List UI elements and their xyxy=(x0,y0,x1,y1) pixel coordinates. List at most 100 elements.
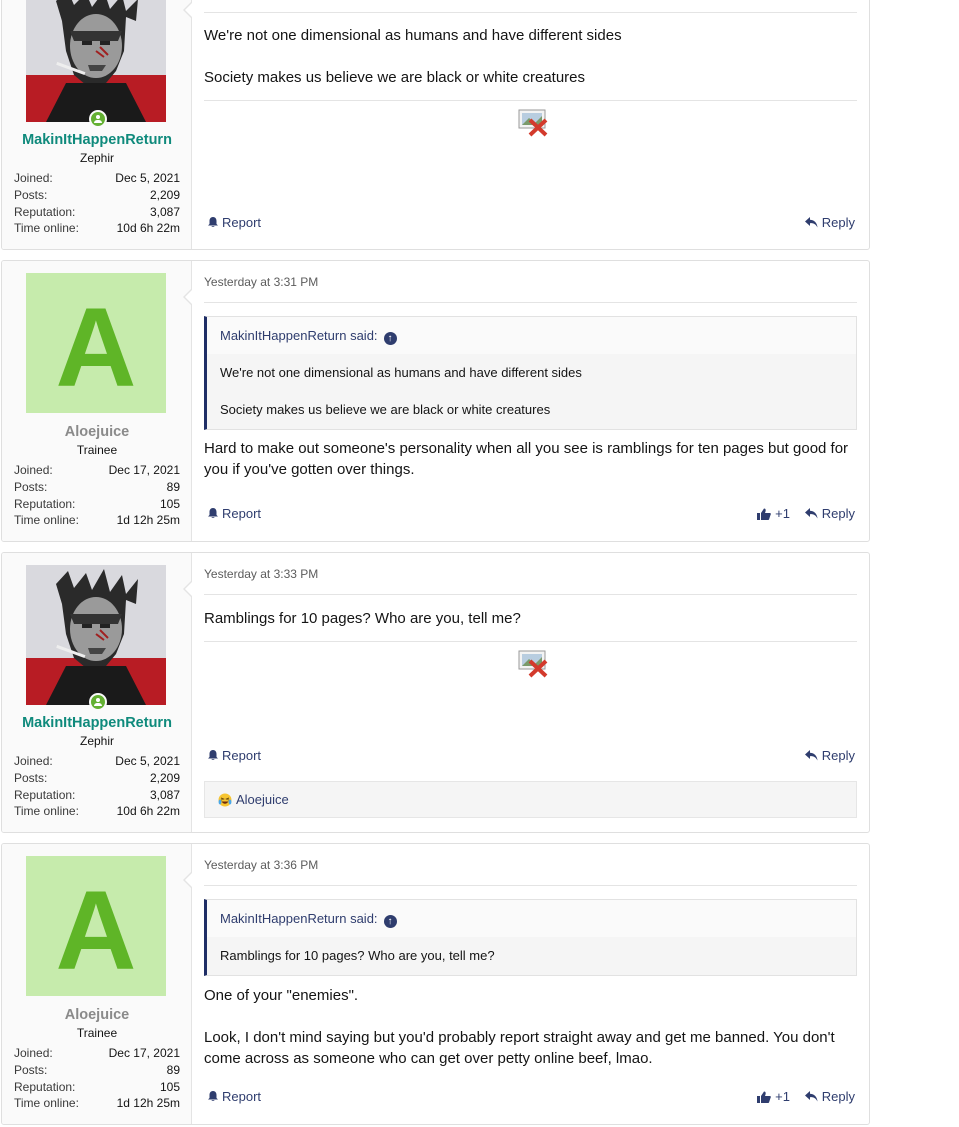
username[interactable]: Aloejuice xyxy=(2,424,192,440)
report-button[interactable]: Report xyxy=(208,215,261,230)
quote-block: MakinItHappenReturn said: ↑ We're not one… xyxy=(204,316,857,430)
avatar[interactable] xyxy=(26,0,166,122)
user-panel: A Aloejuice Trainee Joined: Dec 17, 2021 … xyxy=(2,261,192,541)
quote-header[interactable]: MakinItHappenReturn said: ↑ xyxy=(207,900,856,937)
stat-label: Reputation: xyxy=(14,204,76,219)
post-arrow xyxy=(183,871,193,889)
stat-label: Time online: xyxy=(14,804,79,819)
stat-reputation: Reputation: 3,087 xyxy=(14,787,180,804)
username[interactable]: MakinItHappenReturn xyxy=(2,132,192,148)
post-actions: Report Reply xyxy=(204,748,857,768)
post-date[interactable]: Yesterday at 3:33 PM xyxy=(204,567,318,581)
bell-icon xyxy=(208,1091,218,1102)
stat-label: Posts: xyxy=(14,770,48,785)
broken-image-icon xyxy=(518,109,548,137)
quote-body: We're not one dimensional as humans and … xyxy=(207,354,856,432)
like-button[interactable]: +1 xyxy=(757,1089,790,1104)
reply-button[interactable]: Reply xyxy=(804,506,855,521)
stat-label: Time online: xyxy=(14,1096,79,1111)
like-button[interactable]: +1 xyxy=(757,506,790,521)
stat-time-online: Time online: 1d 12h 25m xyxy=(14,512,180,529)
username[interactable]: Aloejuice xyxy=(2,1007,192,1023)
user-stats: Joined: Dec 5, 2021 Posts: 2,209 Reputatio… xyxy=(14,753,180,820)
stat-value: 89 xyxy=(166,1062,180,1077)
user-stats: Joined: Dec 17, 2021 Posts: 89 Reputation:… xyxy=(14,462,180,529)
reply-label: Reply xyxy=(821,1089,855,1104)
post-arrow xyxy=(183,1,193,19)
stat-value: 105 xyxy=(159,496,180,511)
post-date[interactable]: Yesterday at 3:31 PM xyxy=(204,275,318,289)
reply-button[interactable]: Reply xyxy=(804,1089,855,1104)
reply-arrow-icon xyxy=(804,750,818,761)
report-label: Report xyxy=(222,748,262,763)
avatar[interactable] xyxy=(26,565,166,705)
stat-reputation: Reputation: 3,087 xyxy=(14,204,180,221)
post-arrow xyxy=(183,580,193,598)
avatar-photo-image xyxy=(26,0,166,122)
post-1: MakinItHappenReturn Zephir Joined: Dec 5,… xyxy=(1,0,870,250)
report-button[interactable]: Report xyxy=(208,506,261,521)
reply-button[interactable]: Reply xyxy=(804,748,855,763)
stat-value: Dec 5, 2021 xyxy=(115,171,180,185)
username[interactable]: MakinItHappenReturn xyxy=(2,715,192,731)
stat-value: Dec 17, 2021 xyxy=(108,1046,180,1060)
report-label: Report xyxy=(222,215,262,230)
reply-label: Reply xyxy=(821,748,855,763)
bell-icon xyxy=(208,508,218,519)
arrow-up-circle-icon[interactable]: ↑ xyxy=(383,332,397,345)
user-title: Trainee xyxy=(76,443,118,457)
divider xyxy=(204,302,857,303)
stat-joined: Joined: Dec 5, 2021 xyxy=(14,170,180,187)
post-actions: Report +1 Reply xyxy=(204,506,857,526)
reaction-user-link[interactable]: Aloejuice xyxy=(236,792,289,807)
broken-image-icon xyxy=(518,650,548,678)
stat-value: 2,209 xyxy=(149,770,180,785)
online-status-icon xyxy=(89,110,107,128)
post-main: We're not one dimensional as humans and … xyxy=(204,0,857,249)
post-arrow xyxy=(183,288,193,306)
stat-label: Joined: xyxy=(14,754,53,768)
stat-posts: Posts: 89 xyxy=(14,1062,180,1079)
quote-line: Ramblings for 10 pages? Who are you, tel… xyxy=(220,948,495,963)
user-stats: Joined: Dec 17, 2021 Posts: 89 Reputation:… xyxy=(14,1045,180,1112)
stat-value: 89 xyxy=(166,479,180,494)
user-title: Zephir xyxy=(79,734,114,748)
stat-label: Joined: xyxy=(14,171,53,185)
quote-block: MakinItHappenReturn said: ↑ Ramblings for… xyxy=(204,899,857,976)
post-date[interactable]: Yesterday at 3:36 PM xyxy=(204,858,318,872)
stat-label: Reputation: xyxy=(14,496,76,511)
reply-button[interactable]: Reply xyxy=(804,215,855,230)
arrow-up-circle-icon[interactable]: ↑ xyxy=(383,915,397,928)
post-body-line: Look, I don't mind saying but you'd prob… xyxy=(204,1029,835,1067)
avatar-photo-image xyxy=(26,565,166,705)
like-count: +1 xyxy=(775,1089,790,1104)
post-main: Yesterday at 3:33 PM Ramblings for 10 pa… xyxy=(204,553,857,832)
post-4: A Aloejuice Trainee Joined: Dec 17, 2021 … xyxy=(1,843,870,1125)
online-status-icon xyxy=(89,693,107,711)
avatar[interactable]: A xyxy=(26,273,166,413)
stat-value: 10d 6h 22m xyxy=(116,804,180,819)
user-panel: A Aloejuice Trainee Joined: Dec 17, 2021 … xyxy=(2,844,192,1124)
report-button[interactable]: Report xyxy=(208,748,261,763)
quote-line: We're not one dimensional as humans and … xyxy=(220,365,582,380)
stat-label: Posts: xyxy=(14,479,48,494)
avatar[interactable]: A xyxy=(26,856,166,996)
stat-value: Dec 5, 2021 xyxy=(115,754,180,768)
post-text-line: We're not one dimensional as humans and … xyxy=(204,27,622,44)
stat-joined: Joined: Dec 17, 2021 xyxy=(14,462,180,479)
quote-author: MakinItHappenReturn said: xyxy=(220,911,378,926)
stat-label: Joined: xyxy=(14,1046,53,1060)
stat-reputation: Reputation: 105 xyxy=(14,496,180,513)
reactions-bar[interactable]: Aloejuice xyxy=(204,781,857,818)
reply-arrow-icon xyxy=(804,1091,818,1102)
stat-value: 3,087 xyxy=(149,787,180,802)
stat-posts: Posts: 89 xyxy=(14,479,180,496)
post-3: MakinItHappenReturn Zephir Joined: Dec 5,… xyxy=(1,552,870,833)
stat-value: 1d 12h 25m xyxy=(116,1096,180,1111)
reply-label: Reply xyxy=(821,215,855,230)
post-main: Yesterday at 3:31 PM MakinItHappenReturn… xyxy=(204,261,857,541)
divider xyxy=(204,100,857,101)
quote-header[interactable]: MakinItHappenReturn said: ↑ xyxy=(207,317,856,354)
stat-label: Time online: xyxy=(14,221,79,236)
report-button[interactable]: Report xyxy=(208,1089,261,1104)
